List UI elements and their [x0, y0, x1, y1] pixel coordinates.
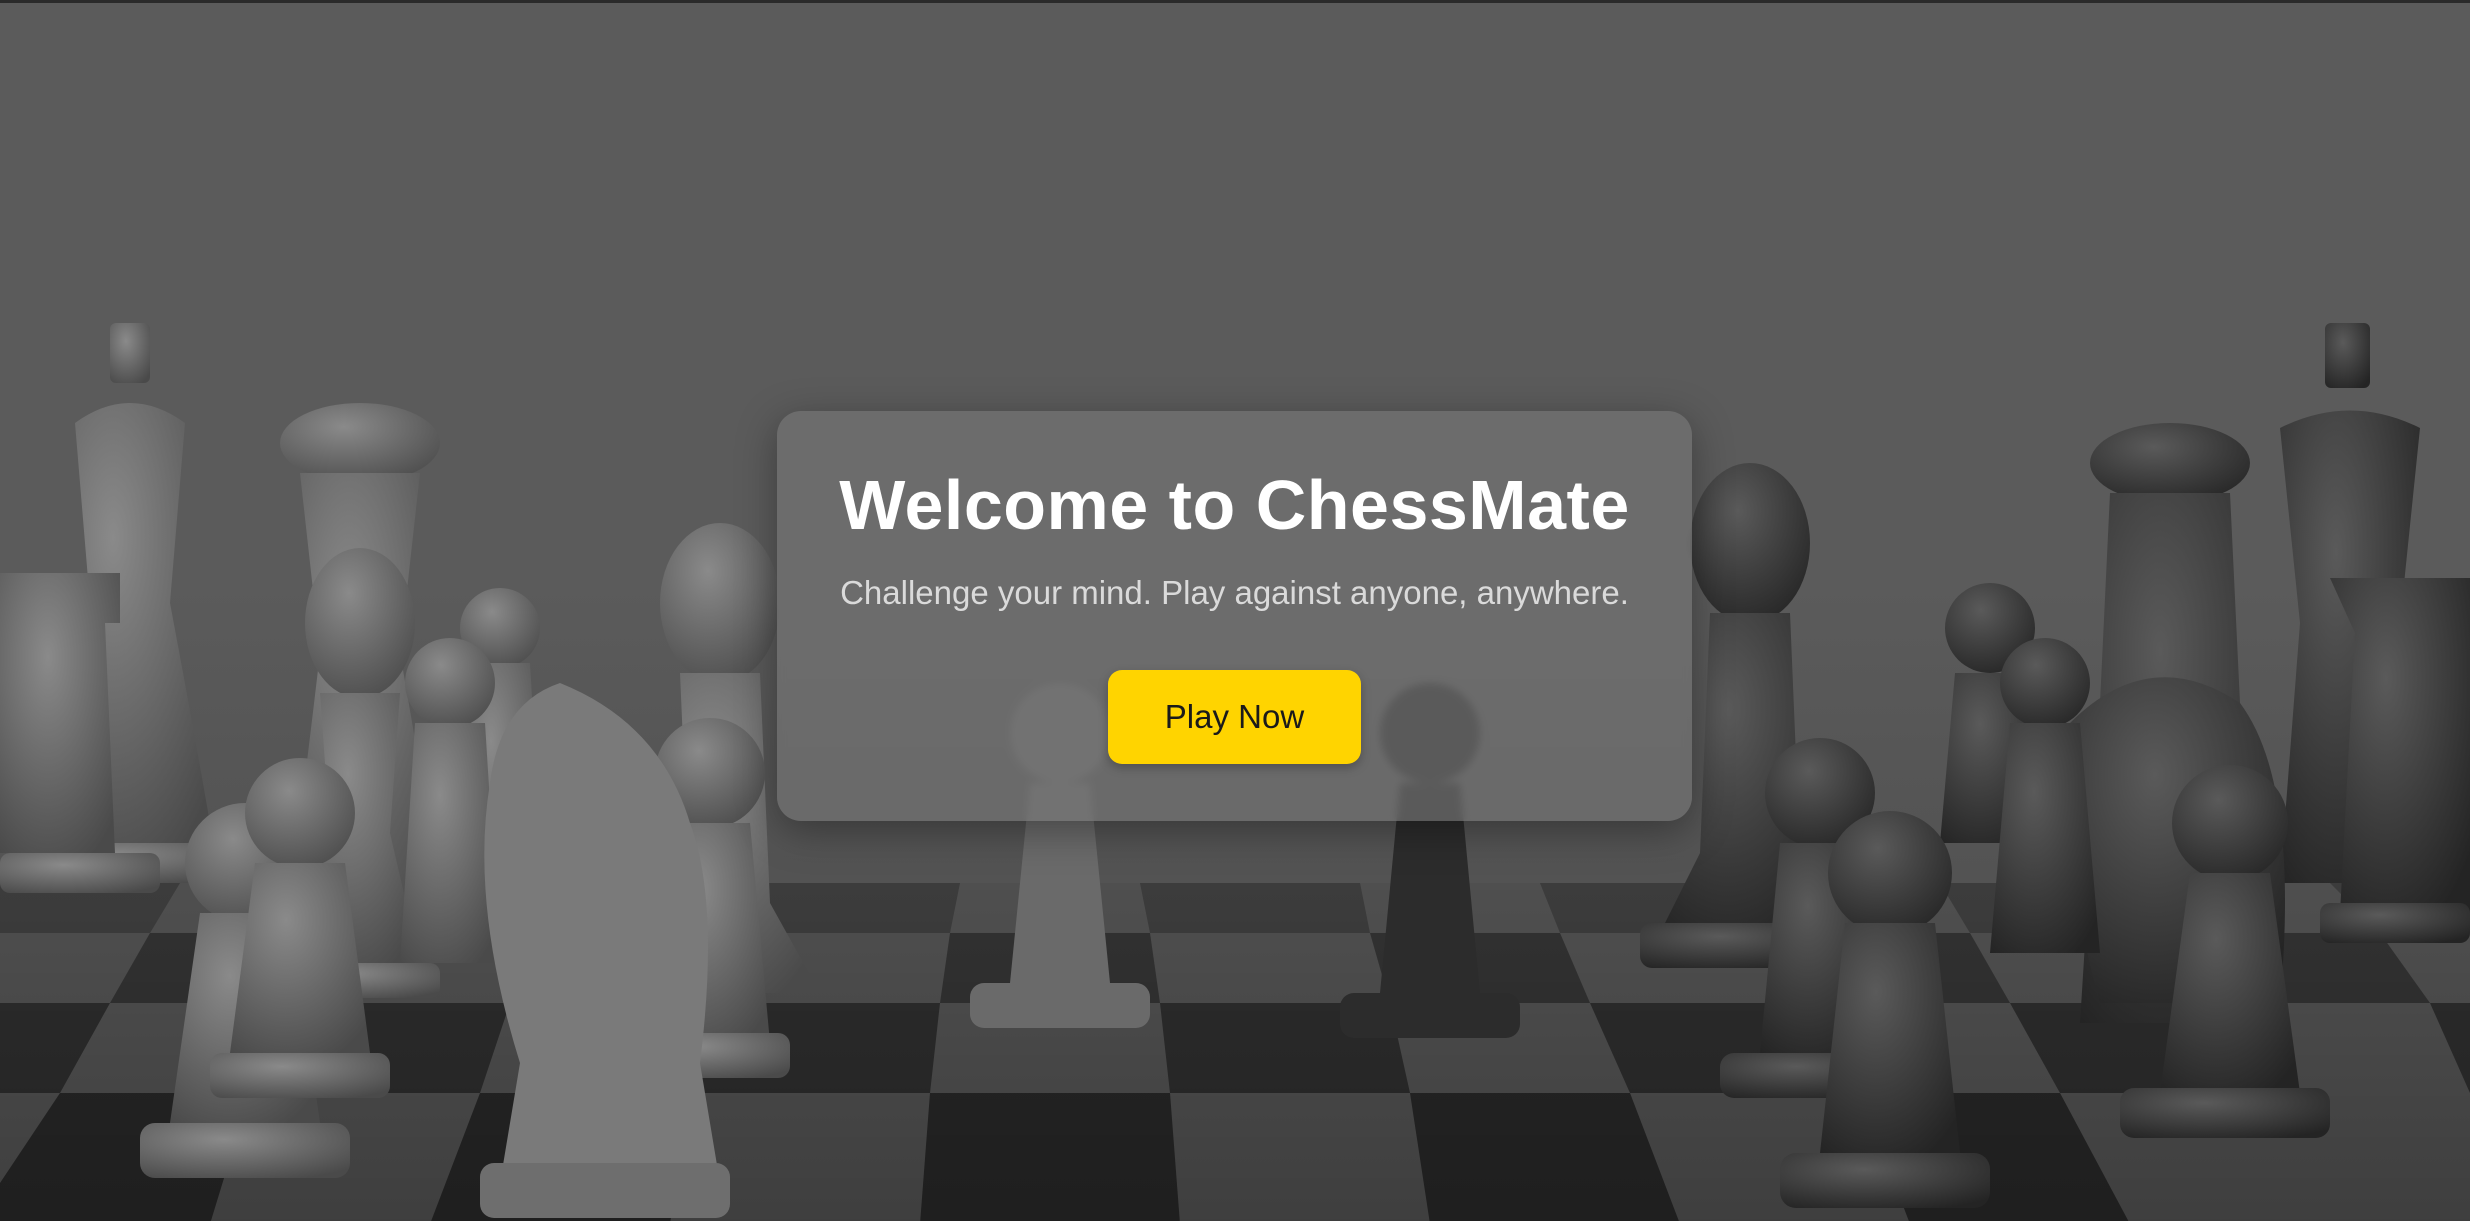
landing-page: Welcome to ChessMate Challenge your mind…: [0, 0, 2470, 1221]
hero-subtitle: Challenge your mind. Play against anyone…: [840, 574, 1629, 611]
play-now-button[interactable]: Play Now: [1108, 670, 1361, 764]
hero-title: Welcome to ChessMate: [839, 466, 1630, 544]
hero-card: Welcome to ChessMate Challenge your mind…: [777, 411, 1692, 821]
